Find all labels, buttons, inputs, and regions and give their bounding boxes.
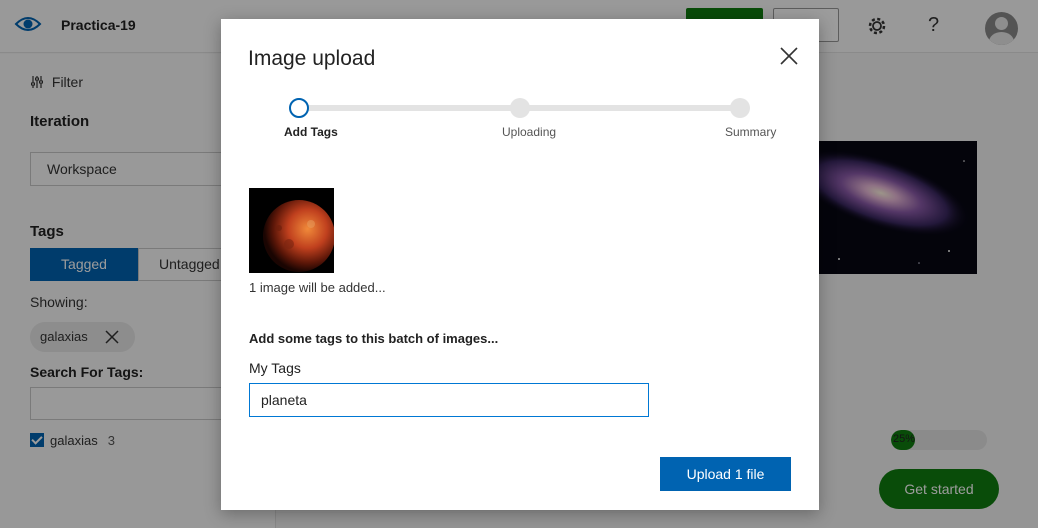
my-tags-input[interactable] — [249, 383, 649, 417]
image-upload-dialog: Image upload Add Tags Uploading Summary — [221, 19, 819, 510]
step-summary-dot — [730, 98, 750, 118]
step-add-tags-label: Add Tags — [284, 125, 338, 139]
dialog-title: Image upload — [248, 47, 376, 70]
upload-button[interactable]: Upload 1 file — [660, 457, 791, 491]
step-uploading-dot — [510, 98, 530, 118]
images-count-text: 1 image will be added... — [249, 280, 386, 295]
batch-tags-prompt: Add some tags to this batch of images... — [249, 331, 499, 346]
step-summary-label: Summary — [725, 125, 777, 139]
my-tags-label: My Tags — [249, 360, 301, 376]
close-icon[interactable] — [780, 47, 798, 65]
step-add-tags-dot — [289, 98, 309, 118]
planet-thumbnail — [249, 188, 334, 273]
step-uploading-label: Uploading — [502, 125, 557, 139]
